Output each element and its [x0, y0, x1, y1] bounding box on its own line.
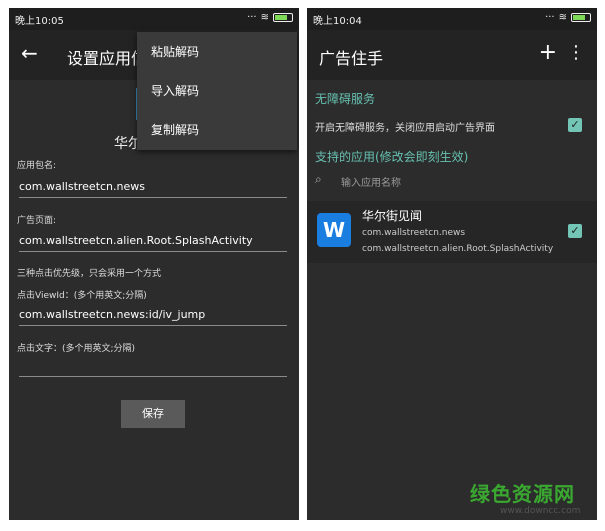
- more-dots-icon: ···: [247, 12, 257, 23]
- wifi-icon: ≋: [558, 12, 567, 23]
- pkg-label: 应用包名:: [17, 161, 57, 171]
- priority-note: 三种点击优先级，只会采用一个方式: [17, 269, 162, 279]
- viewid-field[interactable]: com.wallstreetcn.news:id/iv_jump: [19, 308, 205, 321]
- status-bar: 晚上10:04 ··· ≋: [307, 8, 597, 30]
- ad-page-label: 广告页面:: [17, 216, 57, 226]
- click-text-field-underline: [19, 376, 287, 377]
- page-title: 设置应用信: [67, 49, 148, 68]
- status-bar: 晚上10:05 ··· ≋: [9, 8, 299, 30]
- accessibility-toggle-label: 开启无障碍服务，关闭应用启动广告界面: [315, 123, 495, 134]
- app-enabled-checkbox[interactable]: ✓: [568, 224, 582, 238]
- app-title: 华尔街见闻: [362, 209, 423, 223]
- more-dots-icon: ···: [545, 12, 555, 23]
- ad-page-field[interactable]: com.wallstreetcn.alien.Root.SplashActivi…: [19, 234, 253, 247]
- watermark-logo: 绿色资源网: [470, 482, 575, 506]
- accessibility-checkbox[interactable]: ✓: [568, 118, 582, 132]
- viewid-field-underline: [19, 325, 287, 326]
- status-time: 晚上10:05: [15, 16, 64, 27]
- back-arrow-icon[interactable]: ←: [21, 42, 38, 64]
- pkg-field-underline: [19, 197, 287, 198]
- ad-page-field-underline: [19, 251, 287, 252]
- menu-item-import-decode[interactable]: 导入解码: [151, 82, 199, 99]
- overflow-menu-icon[interactable]: ⋮: [567, 42, 585, 64]
- search-input[interactable]: 输入应用名称: [341, 174, 401, 189]
- save-button[interactable]: 保存: [121, 400, 185, 428]
- app-bar: 广告住手 + ⋮: [307, 30, 597, 80]
- app-package: com.wallstreetcn.news: [362, 228, 466, 238]
- add-icon[interactable]: +: [539, 40, 557, 65]
- right-screen: 晚上10:04 ··· ≋ 广告住手 + ⋮ 无障碍服务 开启无障碍服务，关闭应…: [307, 8, 597, 520]
- overflow-menu: 粘贴解码 导入解码 复制解码: [137, 32, 297, 150]
- status-icons: ··· ≋: [247, 12, 293, 23]
- search-icon: ⌕: [315, 172, 322, 186]
- status-icons: ··· ≋: [545, 12, 591, 23]
- app-logo-icon: W: [317, 213, 351, 247]
- battery-icon: [273, 13, 293, 22]
- menu-item-copy-decode[interactable]: 复制解码: [151, 121, 199, 138]
- list-item[interactable]: W 华尔街见闻 com.wallstreetcn.news com.wallst…: [307, 201, 597, 263]
- app-activity: com.wallstreetcn.alien.Root.SplashActivi…: [362, 244, 554, 254]
- status-time: 晚上10:04: [313, 16, 362, 27]
- wifi-icon: ≋: [260, 12, 269, 23]
- menu-item-paste-decode[interactable]: 粘贴解码: [151, 43, 199, 60]
- viewid-label: 点击ViewId：(多个用英文;分隔): [17, 291, 147, 301]
- supported-apps-header: 支持的应用(修改会即刻生效): [315, 150, 469, 164]
- watermark-url: www.downcc.com: [500, 506, 581, 516]
- left-screen: 晚上10:05 ··· ≋ ← 设置应用信 华尔 应用包名: com.walls…: [9, 8, 299, 520]
- click-text-label: 点击文字：(多个用英文;分隔): [17, 344, 136, 354]
- battery-icon: [571, 13, 591, 22]
- accessibility-section-header: 无障碍服务: [315, 92, 376, 106]
- pkg-field[interactable]: com.wallstreetcn.news: [19, 180, 145, 193]
- page-title: 广告住手: [319, 49, 384, 68]
